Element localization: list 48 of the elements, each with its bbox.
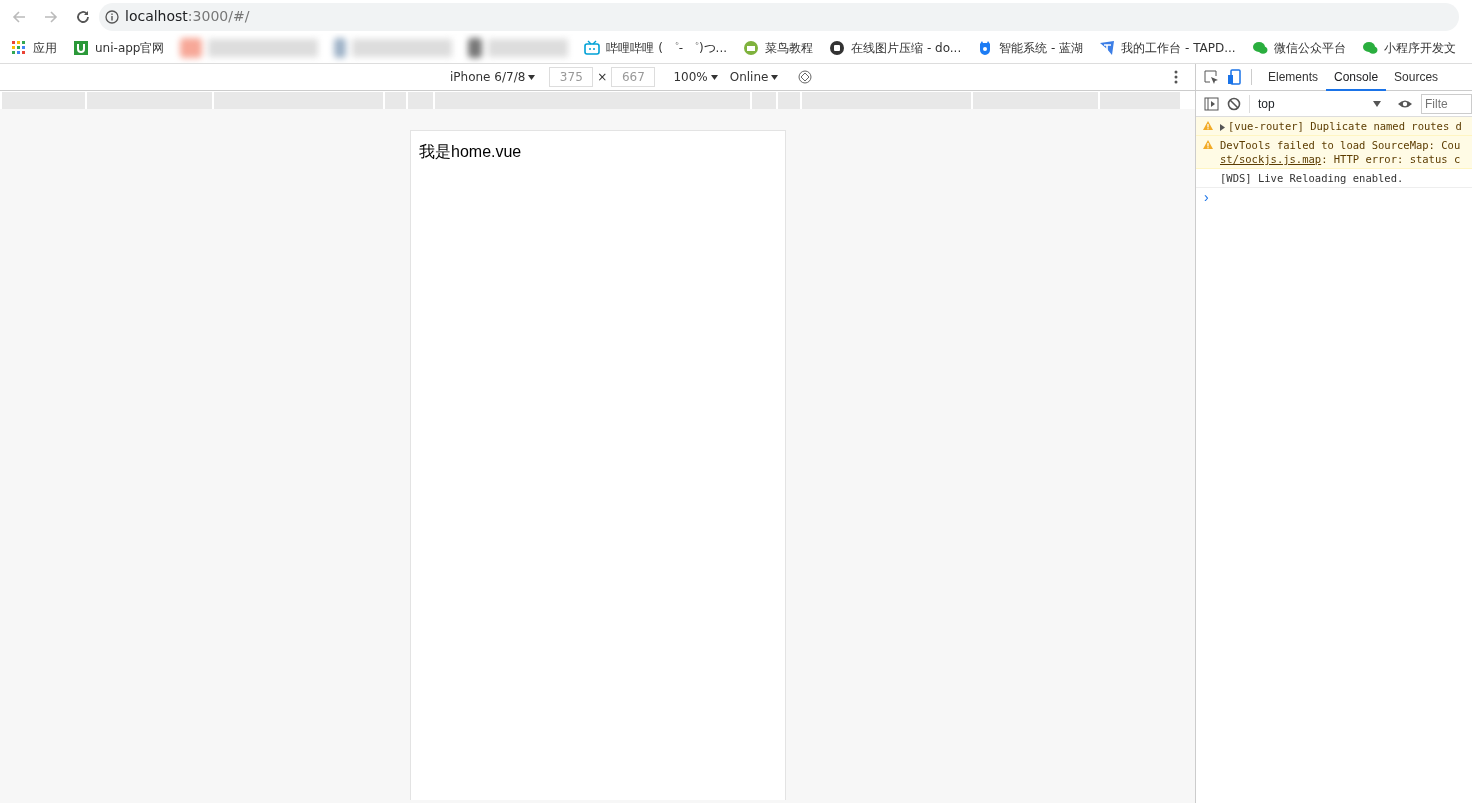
page-text: 我是home.vue (419, 143, 522, 160)
u-logo-icon (73, 40, 89, 56)
chat-bubbles-icon (1251, 40, 1268, 56)
bookmark[interactable]: 智能系统 - 蓝湖 (969, 34, 1092, 62)
more-menu-icon[interactable] (1174, 70, 1178, 84)
bookmark[interactable]: 小程序开发文 (1353, 34, 1464, 62)
source-link[interactable]: st/sockjs.js.map (1220, 153, 1322, 165)
dropdown-caret-icon (528, 73, 536, 81)
bookmark[interactable]: 我的工作台 - TAPD... (1091, 34, 1244, 62)
dropdown-caret-icon (710, 73, 718, 81)
bookmark[interactable]: 应用 (3, 34, 65, 62)
warning-icon (1202, 120, 1214, 131)
dropdown-caret-icon (771, 73, 779, 81)
tv-icon (584, 40, 601, 56)
filter-field[interactable]: Filte (1421, 93, 1472, 114)
inspect-icon[interactable] (1204, 69, 1219, 85)
console-message: [WDS] Live Reloading enabled. (1220, 172, 1404, 184)
bookmark[interactable]: 在线图片压缩 - do... (821, 34, 970, 62)
rotate-icon[interactable] (798, 70, 813, 84)
info-icon[interactable] (105, 9, 119, 24)
zoom-select[interactable]: 100% (673, 68, 718, 86)
bookmark[interactable]: 哔哩哔哩 ( ゜- ゜)つ... (576, 34, 736, 62)
sidebar-toggle-icon[interactable] (1204, 96, 1219, 111)
chat-bubbles-icon (1361, 40, 1378, 56)
clear-console-icon[interactable] (1227, 96, 1241, 111)
expand-triangle-icon[interactable] (1220, 123, 1225, 131)
bookmark[interactable]: 菜鸟教程 (735, 34, 822, 62)
console-message: : HTTP error: status c (1321, 153, 1461, 165)
device-select[interactable]: iPhone 6/7/8 (450, 68, 536, 86)
bookmark[interactable]: 微信公众平台 (1243, 34, 1354, 62)
devtools-tab[interactable]: Elements (1260, 64, 1327, 91)
console-message: [vue-router] Duplicate named routes d (1228, 120, 1462, 132)
console-prompt[interactable]: › (1196, 188, 1472, 206)
url-text: localhost:3000/#/ (125, 7, 250, 26)
apps-grid-icon (11, 40, 27, 56)
device-toggle-icon[interactable] (1227, 69, 1241, 85)
reload-icon[interactable] (75, 8, 91, 25)
dropdown-caret-icon (1373, 99, 1381, 108)
address-bar[interactable]: localhost:3000/#/ (99, 2, 1459, 31)
devtools-tab[interactable]: Console (1326, 64, 1387, 91)
bookmark[interactable]: uni-app官网 (65, 34, 173, 62)
warning-icon (1202, 139, 1214, 150)
network-select[interactable]: Online (729, 68, 779, 86)
flag-icon (1099, 40, 1116, 56)
context-select[interactable]: top (1249, 94, 1389, 113)
devtools-tab[interactable]: Sources (1386, 64, 1447, 91)
times-sign: × (597, 69, 608, 86)
console-message: DevTools failed to load SourceMap: Cou (1220, 139, 1461, 151)
